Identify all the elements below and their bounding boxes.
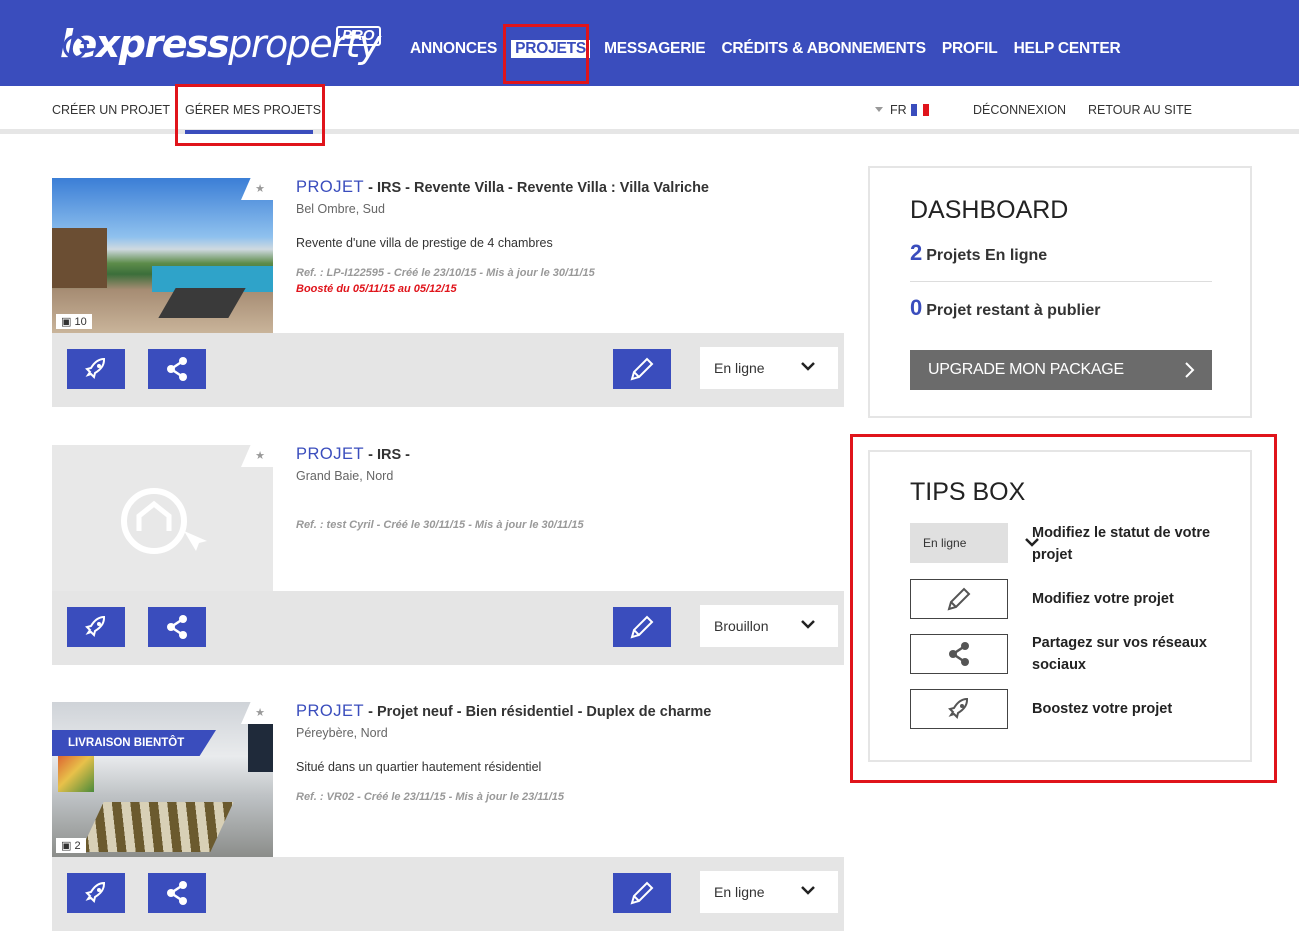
project-card: LIVRAISON BIENTÔT ★ ▣ 2 PROJET - Projet n… — [52, 702, 844, 937]
highlight-nav-projets — [503, 24, 589, 84]
site-logo[interactable]: lexpressproperty PRO — [54, 22, 381, 66]
tips-box-panel: TIPS BOX En ligne Modifiez le statut de … — [868, 450, 1252, 762]
pencil-icon — [947, 587, 971, 611]
boost-button[interactable] — [67, 349, 125, 389]
project-title[interactable]: PROJET - Projet neuf - Bien résidentiel -… — [296, 702, 711, 721]
rocket-icon — [85, 615, 105, 637]
tip-status-text: Modifiez le statut de votre projet — [1032, 525, 1211, 563]
edit-button[interactable] — [613, 607, 671, 647]
chevron-down-icon — [801, 362, 815, 371]
flag-fr-icon — [911, 104, 929, 116]
boost-button[interactable] — [67, 873, 125, 913]
project-location: Grand Baie, Nord — [296, 469, 394, 483]
camera-icon: ▣ — [61, 840, 72, 852]
project-reference: Ref. : VR02 - Créé le 23/11/15 - Mis à j… — [296, 791, 565, 803]
project-card: ★ ▣ 10 PROJET - IRS - Revente Villa - Rev… — [52, 178, 844, 408]
delivery-soon-banner: LIVRAISON BIENTÔT — [52, 730, 216, 756]
pencil-icon — [630, 881, 654, 905]
online-projects-stat: 2 Projets En ligne — [910, 240, 1048, 265]
photo-count-badge: ▣ 2 — [56, 838, 86, 853]
nav-credits-abonnements[interactable]: CRÉDITS & ABONNEMENTS — [721, 40, 926, 58]
dashboard-title: DASHBOARD — [910, 196, 1069, 224]
boost-button[interactable] — [67, 607, 125, 647]
create-project-link[interactable]: CRÉER UN PROJET — [52, 103, 170, 117]
project-reference: Ref. : test Cyril - Créé le 30/11/15 - M… — [296, 519, 584, 531]
favorite-star-icon[interactable]: ★ — [241, 178, 273, 200]
tip-edit-sample — [910, 579, 1008, 619]
nav-profil[interactable]: PROFIL — [942, 40, 998, 58]
project-description: Situé dans un quartier hautement résiden… — [296, 760, 542, 774]
status-select[interactable]: En ligne — [700, 347, 838, 389]
project-actions-bar: Brouillon — [52, 591, 844, 665]
logout-link[interactable]: DÉCONNEXION — [973, 103, 1066, 117]
share-icon — [949, 642, 969, 666]
rocket-icon — [948, 697, 968, 719]
share-button[interactable] — [148, 873, 206, 913]
chevron-down-icon[interactable] — [875, 107, 883, 112]
share-icon — [167, 357, 187, 381]
edit-button[interactable] — [613, 873, 671, 913]
project-thumbnail-placeholder[interactable]: ★ — [52, 445, 273, 600]
nav-messagerie[interactable]: MESSAGERIE — [604, 40, 706, 58]
pencil-icon — [630, 357, 654, 381]
photo-count-badge: ▣ 10 — [56, 314, 92, 329]
rocket-icon — [85, 881, 105, 903]
tips-box-title: TIPS BOX — [910, 478, 1026, 506]
language-selector[interactable]: FR — [890, 103, 907, 117]
project-actions-bar: En ligne — [52, 857, 844, 931]
rocket-icon — [85, 357, 105, 379]
tip-boost-sample — [910, 689, 1008, 729]
tip-share-text: Partagez sur vos réseaux sociaux — [1032, 635, 1207, 673]
camera-icon: ▣ — [61, 316, 72, 328]
edit-button[interactable] — [613, 349, 671, 389]
tip-edit-text: Modifiez votre projet — [1032, 591, 1174, 607]
project-description: Revente d'une villa de prestige de 4 cha… — [296, 236, 553, 250]
project-title[interactable]: PROJET - IRS - — [296, 445, 410, 464]
favorite-star-icon[interactable]: ★ — [241, 445, 273, 467]
chevron-down-icon — [801, 886, 815, 895]
highlight-manage-projects — [175, 84, 325, 146]
tip-boost-text: Boostez votre projet — [1032, 701, 1173, 717]
share-icon — [167, 615, 187, 639]
project-location: Bel Ombre, Sud — [296, 202, 385, 216]
status-select[interactable]: Brouillon — [700, 605, 838, 647]
remaining-projects-stat: 0 Projet restant à publier — [910, 295, 1101, 320]
status-select[interactable]: En ligne — [700, 871, 838, 913]
share-button[interactable] — [148, 349, 206, 389]
tip-status-sample: En ligne — [910, 523, 1039, 563]
dashboard-panel: DASHBOARD 2 Projets En ligne 0 Projet rest… — [868, 166, 1252, 418]
project-actions-bar: En ligne — [52, 333, 844, 407]
placeholder-logo-icon — [121, 488, 207, 554]
share-icon — [167, 881, 187, 905]
project-card: ★ PROJET - IRS - Grand Baie, Nord Ref. : … — [52, 445, 844, 665]
nav-annonces[interactable]: ANNONCES — [410, 40, 497, 58]
upgrade-package-button[interactable]: UPGRADE MON PACKAGE — [910, 350, 1212, 390]
logo-pro-badge: PRO — [336, 26, 381, 46]
project-thumbnail[interactable]: LIVRAISON BIENTÔT ★ ▣ 2 — [52, 702, 273, 857]
tip-share-sample — [910, 634, 1008, 674]
project-boost-dates: Boosté du 05/11/15 au 05/12/15 — [296, 283, 457, 295]
divider — [910, 281, 1212, 282]
chevron-down-icon — [801, 620, 815, 629]
project-title[interactable]: PROJET - IRS - Revente Villa - Revente Vi… — [296, 178, 709, 197]
favorite-star-icon[interactable]: ★ — [241, 702, 273, 724]
pencil-icon — [630, 615, 654, 639]
chevron-right-icon — [1185, 362, 1195, 378]
project-location: Péreybère, Nord — [296, 726, 388, 740]
share-button[interactable] — [148, 607, 206, 647]
project-reference: Ref. : LP-I122595 - Créé le 23/10/15 - M… — [296, 267, 595, 279]
nav-help-center[interactable]: HELP CENTER — [1014, 40, 1121, 58]
back-to-site-link[interactable]: RETOUR AU SITE — [1088, 103, 1192, 117]
top-navigation-bar: lexpressproperty PRO ANNONCES PROJETS ME… — [0, 0, 1299, 86]
project-thumbnail[interactable]: ★ ▣ 10 — [52, 178, 273, 333]
